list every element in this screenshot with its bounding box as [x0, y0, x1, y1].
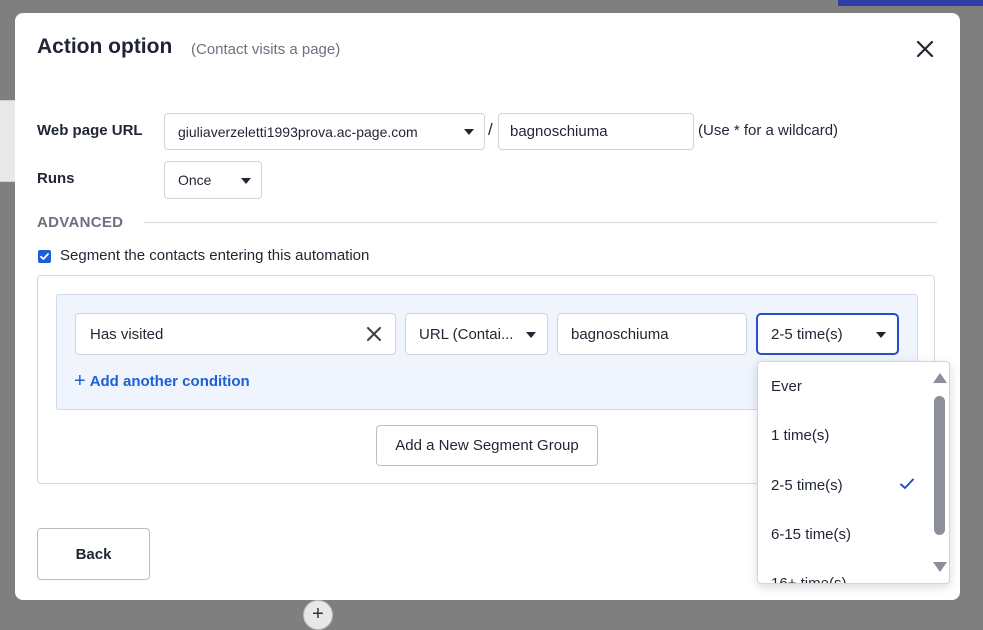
domain-select-value: giuliaverzeletti1993prova.ac-page.com [178, 123, 418, 140]
wildcard-hint: (Use * for a wildcard) [698, 122, 839, 139]
condition-value: bagnoschiuma [571, 325, 669, 343]
advanced-divider [144, 222, 937, 223]
url-separator: / [488, 120, 493, 139]
condition-select[interactable]: Has visited [75, 313, 396, 355]
operator-select[interactable]: URL (Contai... [405, 313, 548, 355]
checkmark-icon [899, 477, 915, 496]
segment-checkbox[interactable] [38, 250, 51, 263]
frequency-option-selected[interactable]: 2-5 time(s) [771, 477, 843, 494]
condition-select-value: Has visited [90, 325, 164, 343]
frequency-dropdown-menu: Ever 1 time(s) 2-5 time(s) 6-15 time(s) … [757, 361, 950, 584]
action-option-modal: Action option (Contact visits a page) We… [15, 13, 960, 600]
add-condition-label: Add another condition [89, 373, 250, 390]
frequency-select[interactable]: 2-5 time(s) [757, 314, 898, 354]
checkmark-icon [40, 253, 49, 260]
url-path-value: bagnoschiuma [510, 123, 608, 140]
scroll-up-arrow-icon[interactable] [933, 373, 947, 383]
back-button[interactable]: Back [37, 528, 150, 580]
url-path-input[interactable]: bagnoschiuma [498, 113, 694, 150]
add-segment-group-button[interactable]: Add a New Segment Group [376, 425, 598, 466]
add-segment-group-label: Add a New Segment Group [395, 437, 579, 454]
modal-title: Action option [37, 35, 173, 58]
runs-label: Runs [37, 170, 75, 187]
frequency-option[interactable]: 16+ time(s) [771, 575, 846, 583]
add-condition-link[interactable]: + Add another condition [74, 370, 250, 393]
chevron-down-icon [876, 332, 886, 338]
condition-value-input[interactable]: bagnoschiuma [557, 313, 747, 355]
frequency-select-value: 2-5 time(s) [771, 325, 843, 343]
frequency-option[interactable]: 6-15 time(s) [771, 526, 851, 543]
runs-select[interactable]: Once [164, 161, 262, 199]
operator-select-value: URL (Contai... [419, 325, 514, 343]
web-page-url-label: Web page URL [37, 122, 143, 139]
plus-icon: + [74, 370, 86, 392]
scroll-down-arrow-icon[interactable] [933, 562, 947, 572]
frequency-option[interactable]: Ever [771, 378, 802, 395]
background-header-bar [838, 0, 983, 6]
modal-subtitle: (Contact visits a page) [191, 41, 341, 58]
back-button-label: Back [75, 545, 112, 563]
background-add-step-button: + [303, 600, 333, 630]
chevron-down-icon [464, 129, 474, 135]
chevron-down-icon [526, 332, 536, 338]
close-icon[interactable] [913, 37, 937, 61]
runs-select-value: Once [178, 172, 212, 188]
segment-checkbox-label[interactable]: Segment the contacts entering this autom… [60, 247, 369, 264]
scrollbar-thumb[interactable] [934, 396, 945, 535]
clear-icon[interactable] [367, 327, 381, 345]
advanced-heading: ADVANCED [37, 214, 124, 231]
chevron-down-icon [241, 178, 251, 184]
frequency-option[interactable]: 1 time(s) [771, 427, 829, 444]
domain-select[interactable]: giuliaverzeletti1993prova.ac-page.com [164, 113, 485, 150]
